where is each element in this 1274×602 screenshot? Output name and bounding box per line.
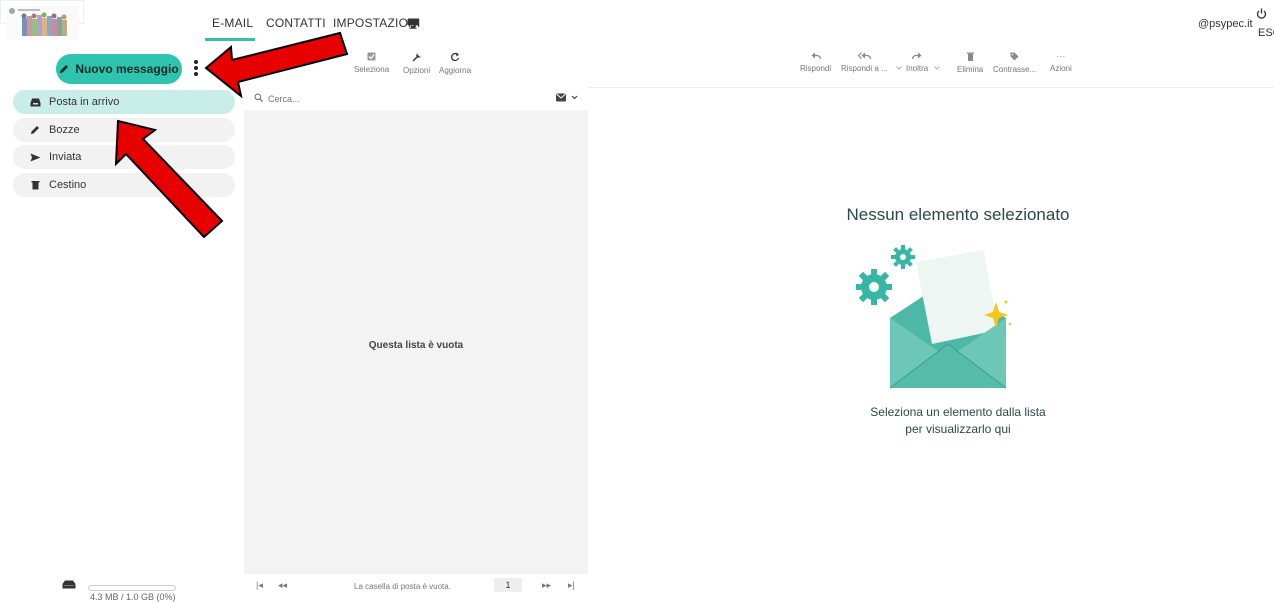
- reply-all-icon: [857, 52, 871, 60]
- sidebar-item-trash[interactable]: Cestino: [13, 173, 235, 197]
- envelope-filter-icon[interactable]: [556, 93, 580, 102]
- tab-contacts[interactable]: CONTATTI: [266, 16, 326, 30]
- organization-logo[interactable]: [6, 6, 78, 40]
- chevron-down-icon[interactable]: [896, 66, 902, 70]
- pencil-icon: [29, 125, 41, 135]
- actions-label: Azioni: [1050, 64, 1072, 73]
- empty-mailbox-illustration: [856, 245, 1012, 389]
- select-button[interactable]: Seleziona: [354, 52, 389, 74]
- search-bar: [244, 88, 588, 110]
- wrench-icon: [412, 52, 422, 62]
- gear-icon: [891, 245, 915, 269]
- refresh-button[interactable]: Aggiorna: [439, 52, 471, 75]
- pencil-icon: [60, 65, 69, 73]
- tag-label: Contrasse...: [993, 65, 1037, 74]
- tab-email[interactable]: E-MAIL: [212, 16, 253, 30]
- send-icon: [29, 153, 41, 162]
- list-toolbar: Seleziona Opzioni Aggiorna: [244, 44, 588, 88]
- select-label: Seleziona: [354, 65, 390, 74]
- reply-all-label: Rispondi a ...: [841, 64, 888, 73]
- empty-state-hint-line: Seleziona un elemento dalla lista: [870, 405, 1046, 419]
- list-footer: |◂ ◂◂ La casella di posta è vuota. 1 ▸▸ …: [244, 574, 588, 596]
- message-list-pane: Seleziona Opzioni Aggiorna Questa lista …: [244, 44, 588, 596]
- more-dot: [194, 72, 198, 76]
- tag-icon: [1010, 52, 1019, 61]
- reply-icon: [811, 52, 821, 60]
- search-input[interactable]: [268, 91, 548, 107]
- previous-page-icon[interactable]: ◂◂: [278, 580, 287, 591]
- storage-usage-text: 4.3 MB / 1.0 GB (0%): [90, 592, 176, 602]
- options-button[interactable]: Opzioni: [403, 52, 430, 75]
- last-page-icon[interactable]: ▸|: [568, 580, 575, 591]
- new-message-button[interactable]: Nuovo messaggio: [56, 54, 182, 84]
- top-bar: E-MAIL CONTATTI IMPOSTAZIONI @psypec.it …: [0, 0, 1274, 44]
- sidebar-item-inbox[interactable]: Posta in arrivo: [13, 90, 235, 114]
- power-icon[interactable]: [1256, 8, 1267, 20]
- storage-icon: [62, 580, 76, 589]
- trash-icon: [966, 52, 974, 61]
- logout-button[interactable]: ESC: [1258, 27, 1274, 39]
- refresh-label: Aggiorna: [439, 66, 472, 75]
- reply-all-button[interactable]: Rispondi a ...: [841, 52, 888, 73]
- reply-label: Rispondi: [800, 64, 832, 73]
- inbox-icon: [29, 98, 41, 107]
- gear-icon: [856, 269, 892, 305]
- more-dot: [194, 60, 198, 64]
- user-email: @psypec.it: [1198, 18, 1253, 30]
- delete-label: Elimina: [957, 65, 984, 74]
- reply-button[interactable]: Rispondi: [800, 52, 831, 73]
- sidebar-item-label: Inviata: [49, 151, 82, 163]
- chevron-down-icon[interactable]: [934, 66, 940, 70]
- sidebar-item-sent[interactable]: Inviata: [13, 145, 235, 169]
- reading-pane: Rispondi Rispondi a ... Inoltra Elimina …: [588, 44, 1274, 596]
- sidebar-item-label: Posta in arrivo: [49, 96, 120, 108]
- actions-button[interactable]: ··· Azioni: [1050, 51, 1072, 74]
- search-icon: [254, 93, 263, 102]
- forward-icon: [912, 52, 922, 60]
- mailbox-status-text: La casella di posta è vuota.: [354, 582, 451, 591]
- new-message-label: Nuovo messaggio: [75, 62, 179, 76]
- options-label: Opzioni: [403, 66, 431, 75]
- monitor-icon[interactable]: [407, 18, 419, 29]
- tag-button[interactable]: Contrasse...: [993, 52, 1036, 74]
- reader-toolbar: Rispondi Rispondi a ... Inoltra Elimina …: [588, 44, 1274, 88]
- more-dot: [194, 66, 198, 70]
- refresh-icon: [451, 52, 460, 62]
- storage-usage-bar: [88, 585, 176, 591]
- checkbox-icon: [367, 52, 376, 61]
- more-options-button[interactable]: [192, 60, 200, 78]
- sidebar-item-label: Bozze: [49, 124, 80, 136]
- sidebar: Nuovo messaggio Posta in arrivo Bozze In…: [0, 44, 244, 602]
- forward-label: Inoltra: [906, 64, 929, 73]
- sidebar-item-label: Cestino: [49, 179, 87, 191]
- ellipsis-icon: ···: [1056, 51, 1066, 61]
- active-tab-indicator: [205, 38, 255, 41]
- forward-button[interactable]: Inoltra: [906, 52, 928, 73]
- empty-state-hint-line: per visualizzarlo qui: [905, 422, 1011, 436]
- first-page-icon[interactable]: |◂: [256, 580, 263, 591]
- empty-state-hint: Seleziona un elemento dalla lista per vi…: [588, 404, 1274, 438]
- sidebar-item-drafts[interactable]: Bozze: [13, 118, 235, 142]
- empty-state-title: Nessun elemento selezionato: [846, 205, 1070, 224]
- page-number[interactable]: 1: [494, 578, 522, 592]
- empty-list-message: Questa lista è vuota: [368, 340, 464, 351]
- trash-icon: [29, 180, 41, 190]
- next-page-icon[interactable]: ▸▸: [542, 580, 551, 591]
- delete-button[interactable]: Elimina: [957, 52, 983, 74]
